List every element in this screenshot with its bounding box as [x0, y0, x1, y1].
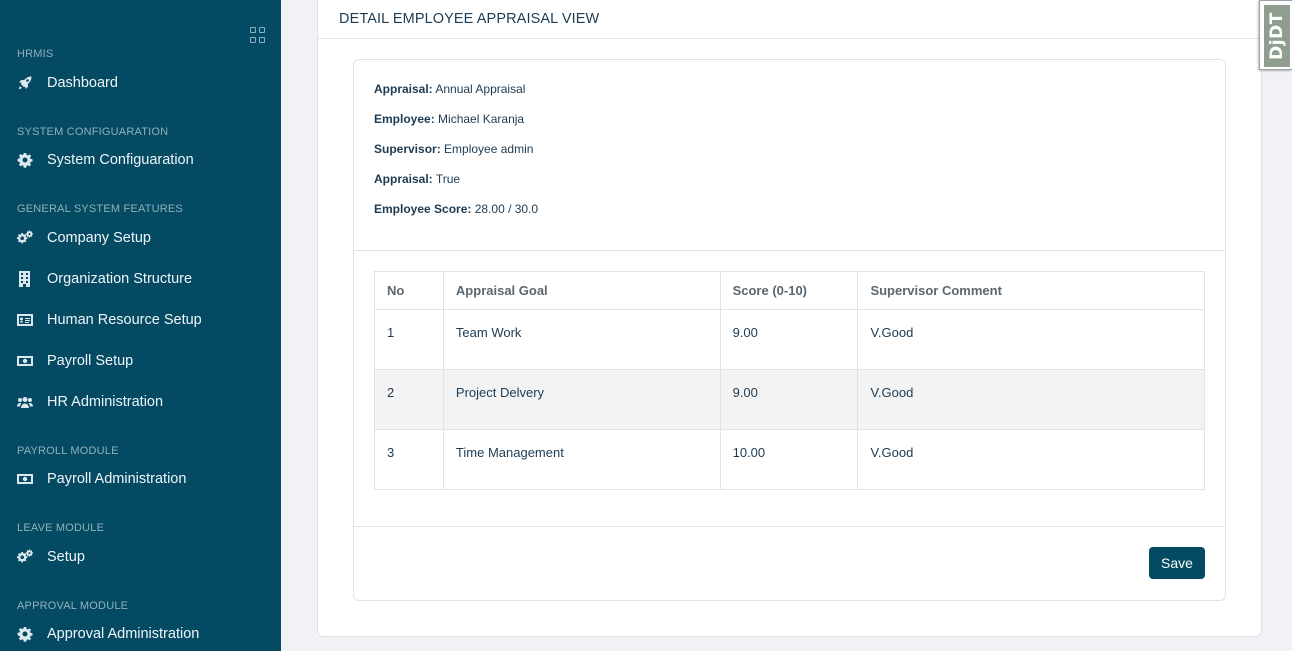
page-title: DETAIL EMPLOYEE APPRAISAL VIEW: [339, 11, 600, 27]
money-bill-icon: [17, 471, 33, 487]
cell-comment: V.Good: [857, 429, 1205, 490]
sidebar-item-leave-setup[interactable]: Setup: [17, 546, 85, 568]
sidebar-item-company-setup[interactable]: Company Setup: [17, 227, 151, 249]
detail-value: Annual Appraisal: [435, 82, 526, 96]
nav-section-hrmis: HRMIS: [17, 48, 54, 60]
debug-toolbar-label: DjDT: [1267, 12, 1287, 60]
save-button[interactable]: Save: [1149, 547, 1205, 579]
nav-section-system-configuaration: SYSTEM CONFIGUARATION: [17, 126, 169, 138]
detail-appraisal-status: Appraisal: True: [374, 172, 460, 186]
cell-no: 3: [374, 429, 444, 490]
detail-value: True: [435, 172, 461, 186]
sidebar-item-payroll-administration[interactable]: Payroll Administration: [17, 468, 186, 490]
table-row: 3 Time Management 10.00 V.Good: [374, 429, 1205, 490]
sidebar-item-hr-administration[interactable]: HR Administration: [17, 391, 163, 413]
detail-employee: Employee: Michael Karanja: [374, 112, 524, 126]
gear-icon: [17, 626, 33, 642]
appraisal-detail-card: DETAIL EMPLOYEE APPRAISAL VIEW Appraisal…: [317, 0, 1262, 637]
detail-appraisal: Appraisal: Annual Appraisal: [374, 82, 525, 96]
detail-label: Employee:: [374, 112, 435, 126]
sidebar-item-dashboard[interactable]: Dashboard: [17, 72, 118, 94]
debug-toolbar-logo: DjDT: [1264, 5, 1290, 67]
sidebar-item-label: Payroll Administration: [47, 471, 187, 487]
detail-label: Employee Score:: [374, 202, 472, 216]
debug-toolbar-handle[interactable]: DjDT: [1259, 0, 1292, 70]
sidebar-item-human-resource-setup[interactable]: Human Resource Setup: [17, 309, 202, 331]
cell-comment: V.Good: [857, 369, 1205, 430]
menu-grid-toggle-icon[interactable]: [250, 27, 266, 43]
sidebar-item-payroll-setup[interactable]: Payroll Setup: [17, 350, 133, 372]
cell-goal: Project Delvery: [442, 369, 721, 430]
detail-value: Employee admin: [444, 142, 534, 156]
gears-icon: [17, 549, 33, 565]
cell-no: 1: [374, 309, 444, 370]
users-icon: [17, 394, 33, 410]
nav-section-payroll-module: PAYROLL MODULE: [17, 445, 119, 457]
cell-score: 10.00: [719, 429, 859, 490]
appraisal-goals-table: No Appraisal Goal Score (0-10) Superviso…: [374, 271, 1205, 490]
building-icon: [17, 271, 33, 287]
nav-section-general-system-features: GENERAL SYSTEM FEATURES: [17, 203, 183, 215]
sidebar: HRMIS Dashboard SYSTEM CONFIGUARATION Sy…: [0, 0, 281, 651]
sidebar-item-label: Approval Administration: [47, 626, 200, 642]
detail-supervisor: Supervisor: Employee admin: [374, 142, 533, 156]
sidebar-item-organization-structure[interactable]: Organization Structure: [17, 268, 192, 290]
column-header-supervisor-comment: Supervisor Comment: [857, 271, 1205, 310]
detail-employee-score: Employee Score: 28.00 / 30.0: [374, 202, 538, 216]
table-header-row: No Appraisal Goal Score (0-10) Superviso…: [374, 271, 1205, 310]
cell-comment: V.Good: [857, 309, 1205, 370]
section-divider: [354, 250, 1225, 251]
column-header-appraisal-goal: Appraisal Goal: [442, 271, 721, 310]
sidebar-item-label: Organization Structure: [47, 271, 193, 287]
title-divider: [318, 38, 1262, 39]
gear-icon: [17, 152, 33, 168]
rocket-icon: [17, 75, 33, 91]
cell-no: 2: [374, 369, 444, 430]
column-header-score: Score (0-10): [719, 271, 859, 310]
id-card-icon: [17, 312, 33, 328]
cell-score: 9.00: [719, 309, 859, 370]
cell-score: 9.00: [719, 369, 859, 430]
detail-label: Appraisal:: [374, 172, 433, 186]
detail-value: Michael Karanja: [438, 112, 525, 126]
sidebar-item-approval-administration[interactable]: Approval Administration: [17, 623, 199, 645]
nav-section-approval-module: APPROVAL MODULE: [17, 600, 129, 612]
footer-divider: [354, 526, 1225, 527]
cell-goal: Team Work: [442, 309, 721, 370]
money-bill-icon: [17, 353, 33, 369]
detail-label: Supervisor:: [374, 142, 441, 156]
sidebar-item-label: HR Administration: [47, 394, 164, 410]
column-header-no: No: [374, 271, 444, 310]
table-row: 1 Team Work 9.00 V.Good: [374, 309, 1205, 370]
sidebar-item-label: Human Resource Setup: [47, 312, 202, 328]
sidebar-item-label: Payroll Setup: [47, 353, 134, 369]
sidebar-item-label: Dashboard: [47, 75, 118, 91]
sidebar-item-system-configuaration[interactable]: System Configuaration: [17, 149, 194, 171]
cell-goal: Time Management: [442, 429, 721, 490]
sidebar-item-label: Company Setup: [47, 230, 151, 246]
appraisal-detail-panel: Appraisal: Annual Appraisal Employee: Mi…: [353, 59, 1226, 601]
sidebar-item-label: System Configuaration: [47, 152, 194, 168]
table-row: 2 Project Delvery 9.00 V.Good: [374, 369, 1205, 430]
sidebar-item-label: Setup: [47, 549, 85, 565]
gears-icon: [17, 230, 33, 246]
detail-label: Appraisal:: [374, 82, 433, 96]
nav-section-leave-module: LEAVE MODULE: [17, 522, 105, 534]
detail-value: 28.00 / 30.0: [474, 202, 539, 216]
